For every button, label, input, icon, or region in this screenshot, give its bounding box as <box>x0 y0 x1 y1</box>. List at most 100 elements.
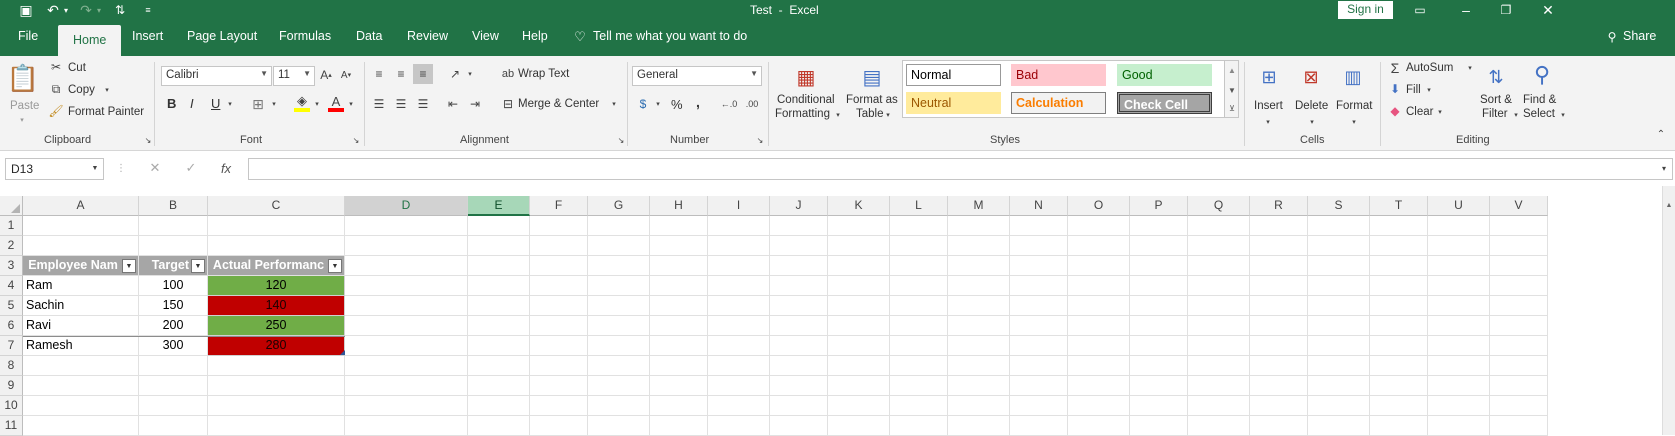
filter-dropdown-icon[interactable]: ▼ <box>191 259 205 273</box>
fill-color-icon[interactable]: ◈ <box>294 93 310 112</box>
sign-in-button[interactable]: Sign in <box>1338 1 1393 19</box>
column-header-k[interactable]: K <box>828 196 890 216</box>
currency-icon[interactable]: $ <box>634 96 652 112</box>
merge-center-button[interactable]: Merge & Center <box>518 98 599 110</box>
cell-u11[interactable] <box>1428 416 1490 436</box>
cell-p7[interactable] <box>1130 336 1188 356</box>
cell-b9[interactable] <box>139 376 208 396</box>
eraser-icon[interactable]: ◆ <box>1388 104 1402 118</box>
cell-p5[interactable] <box>1130 296 1188 316</box>
cell-o2[interactable] <box>1068 236 1130 256</box>
cell-m3[interactable] <box>948 256 1010 276</box>
column-header-a[interactable]: A <box>23 196 139 216</box>
cell-p10[interactable] <box>1130 396 1188 416</box>
vertical-scrollbar[interactable]: ▲ <box>1662 186 1675 435</box>
cell-u10[interactable] <box>1428 396 1490 416</box>
copy-icon[interactable]: ⧉ <box>49 82 63 96</box>
tab-review[interactable]: Review <box>407 29 448 43</box>
find-select-label-2[interactable]: Select <box>1523 108 1555 120</box>
select-all-corner[interactable] <box>0 196 23 216</box>
style-good[interactable]: Good <box>1117 64 1212 86</box>
cell-e10[interactable] <box>468 396 530 416</box>
cell-p6[interactable] <box>1130 316 1188 336</box>
cell-k8[interactable] <box>828 356 890 376</box>
cell-t5[interactable] <box>1370 296 1428 316</box>
cell-d7[interactable] <box>345 336 468 356</box>
cell-l3[interactable] <box>890 256 948 276</box>
tab-data[interactable]: Data <box>356 29 382 43</box>
cell-h9[interactable] <box>650 376 708 396</box>
cell-c8[interactable] <box>208 356 345 376</box>
cell-j10[interactable] <box>770 396 828 416</box>
sort-filter-dropdown-icon[interactable]: ▾ <box>1512 111 1520 119</box>
cell-u5[interactable] <box>1428 296 1490 316</box>
column-header-u[interactable]: U <box>1428 196 1490 216</box>
cell-a2[interactable] <box>23 236 139 256</box>
font-name-combo[interactable]: Calibri ▼ <box>161 66 272 86</box>
find-select-icon[interactable]: ⚲ <box>1528 60 1556 90</box>
cell-h3[interactable] <box>650 256 708 276</box>
cell-g7[interactable] <box>588 336 650 356</box>
cell-v6[interactable] <box>1490 316 1548 336</box>
paste-button[interactable]: Paste <box>10 100 39 112</box>
cell-o1[interactable] <box>1068 216 1130 236</box>
cell-c9[interactable] <box>208 376 345 396</box>
redo-dropdown-icon[interactable]: ▾ <box>95 4 103 16</box>
find-select-dropdown-icon[interactable]: ▾ <box>1559 111 1567 119</box>
table-header-2[interactable]: Target ▼ <box>139 256 208 276</box>
name-box-dropdown-icon[interactable]: ▼ <box>91 163 99 173</box>
cell-l10[interactable] <box>890 396 948 416</box>
cell-h4[interactable] <box>650 276 708 296</box>
column-header-h[interactable]: H <box>650 196 708 216</box>
cell-o6[interactable] <box>1068 316 1130 336</box>
cell-j8[interactable] <box>770 356 828 376</box>
undo-dropdown-icon[interactable]: ▾ <box>62 4 70 16</box>
column-header-c[interactable]: C <box>208 196 345 216</box>
cell-j11[interactable] <box>770 416 828 436</box>
comma-button[interactable]: , <box>696 94 700 110</box>
cell-l1[interactable] <box>890 216 948 236</box>
cell-p1[interactable] <box>1130 216 1188 236</box>
cell-n8[interactable] <box>1010 356 1068 376</box>
cell-d2[interactable] <box>345 236 468 256</box>
cell-b10[interactable] <box>139 396 208 416</box>
cell-p8[interactable] <box>1130 356 1188 376</box>
increase-decimal-icon[interactable]: ←.0 <box>720 96 738 112</box>
cell-p2[interactable] <box>1130 236 1188 256</box>
row-header-4[interactable]: 4 <box>0 276 23 296</box>
tab-file[interactable]: File <box>18 29 38 43</box>
delete-dropdown-icon[interactable]: ▾ <box>1308 118 1316 126</box>
cell-l4[interactable] <box>890 276 948 296</box>
cell-t10[interactable] <box>1370 396 1428 416</box>
cell-v1[interactable] <box>1490 216 1548 236</box>
cell-s10[interactable] <box>1308 396 1370 416</box>
cell-u3[interactable] <box>1428 256 1490 276</box>
styles-scroll-up-icon[interactable]: ▲ <box>1227 63 1237 77</box>
cell-r8[interactable] <box>1250 356 1308 376</box>
cell-p9[interactable] <box>1130 376 1188 396</box>
cell-r6[interactable] <box>1250 316 1308 336</box>
cell-m10[interactable] <box>948 396 1010 416</box>
cell-i6[interactable] <box>708 316 770 336</box>
cell-s1[interactable] <box>1308 216 1370 236</box>
cell-k2[interactable] <box>828 236 890 256</box>
cell-q4[interactable] <box>1188 276 1250 296</box>
row-header-8[interactable]: 8 <box>0 356 23 376</box>
cell-q6[interactable] <box>1188 316 1250 336</box>
cell-m6[interactable] <box>948 316 1010 336</box>
cell-h6[interactable] <box>650 316 708 336</box>
cell-n3[interactable] <box>1010 256 1068 276</box>
cell-v3[interactable] <box>1490 256 1548 276</box>
conditional-formatting-label-1[interactable]: Conditional <box>777 94 835 106</box>
cell-h7[interactable] <box>650 336 708 356</box>
fill-color-dropdown-icon[interactable]: ▾ <box>313 100 321 108</box>
style-neutral[interactable]: Neutral <box>906 92 1001 114</box>
row-header-3[interactable]: 3 <box>0 256 23 276</box>
tab-insert[interactable]: Insert <box>132 29 163 43</box>
format-dropdown-icon[interactable]: ▾ <box>1350 118 1358 126</box>
autosum-button[interactable]: AutoSum <box>1406 62 1453 74</box>
row-header-1[interactable]: 1 <box>0 216 23 236</box>
cell-g4[interactable] <box>588 276 650 296</box>
cell-s2[interactable] <box>1308 236 1370 256</box>
row-header-7[interactable]: 7 <box>0 336 23 356</box>
